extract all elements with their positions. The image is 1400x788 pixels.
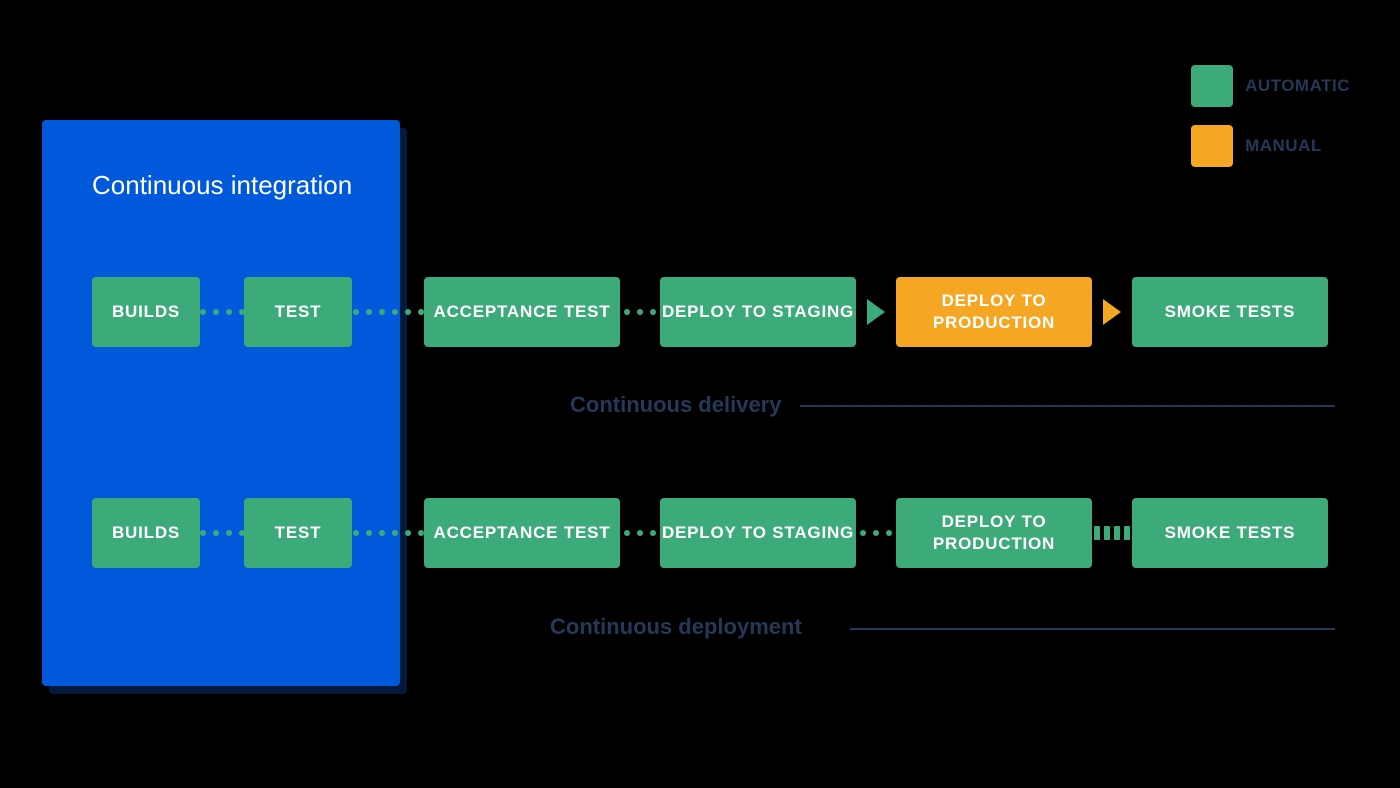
label-continuous-delivery: Continuous delivery bbox=[570, 392, 781, 418]
stage-smoke-tests: SMOKE TESTS bbox=[1132, 277, 1328, 347]
connector bbox=[352, 309, 424, 315]
connector bbox=[352, 530, 424, 536]
connector bbox=[856, 530, 896, 536]
stage-test: TEST bbox=[244, 277, 352, 347]
label-continuous-deployment: Continuous deployment bbox=[550, 614, 802, 640]
stage-deploy-staging: DEPLOY TO STAGING bbox=[660, 277, 856, 347]
connector bbox=[200, 309, 244, 315]
connector-dashes bbox=[1092, 526, 1132, 540]
legend-item-automatic: AUTOMATIC bbox=[1191, 65, 1350, 107]
connector-arrow bbox=[1092, 299, 1132, 325]
ci-box: Continuous integration bbox=[42, 120, 400, 686]
stage-builds: BUILDS bbox=[92, 277, 200, 347]
stage-deploy-staging: DEPLOY TO STAGING bbox=[660, 498, 856, 568]
stage-acceptance: ACCEPTANCE TEST bbox=[424, 498, 620, 568]
connector bbox=[620, 309, 660, 315]
label-line-delivery bbox=[800, 405, 1335, 407]
pipeline-row-delivery: BUILDS TEST ACCEPTANCE TEST DEPLOY TO ST… bbox=[92, 277, 1328, 347]
stage-smoke-tests: SMOKE TESTS bbox=[1132, 498, 1328, 568]
stage-deploy-production-manual: DEPLOY TO PRODUCTION bbox=[896, 277, 1092, 347]
stage-builds: BUILDS bbox=[92, 498, 200, 568]
stage-test: TEST bbox=[244, 498, 352, 568]
legend-swatch-green bbox=[1191, 65, 1233, 107]
connector-arrow bbox=[856, 299, 896, 325]
pipeline-row-deployment: BUILDS TEST ACCEPTANCE TEST DEPLOY TO ST… bbox=[92, 498, 1328, 568]
legend-swatch-orange bbox=[1191, 125, 1233, 167]
legend: AUTOMATIC MANUAL bbox=[1191, 65, 1350, 167]
legend-label-manual: MANUAL bbox=[1245, 136, 1322, 156]
connector bbox=[200, 530, 244, 536]
legend-label-automatic: AUTOMATIC bbox=[1245, 76, 1350, 96]
label-line-deployment bbox=[850, 628, 1335, 630]
connector bbox=[620, 530, 660, 536]
legend-item-manual: MANUAL bbox=[1191, 125, 1350, 167]
stage-acceptance: ACCEPTANCE TEST bbox=[424, 277, 620, 347]
ci-title: Continuous integration bbox=[92, 170, 370, 201]
stage-deploy-production-auto: DEPLOY TO PRODUCTION bbox=[896, 498, 1092, 568]
